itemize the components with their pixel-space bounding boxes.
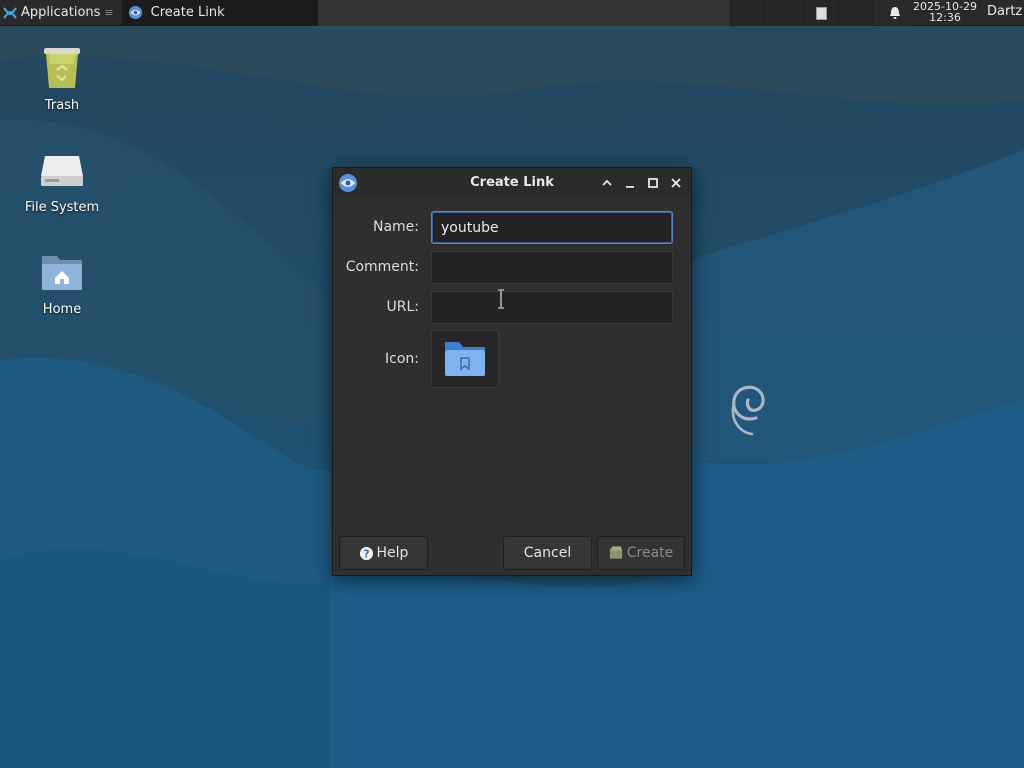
clock[interactable]: 2025-10-29 12:36 [910, 1, 980, 23]
folder-bookmark-icon [445, 342, 485, 376]
create-button-label: Create [626, 545, 674, 561]
drive-icon [41, 156, 83, 186]
help-button-label: Help [376, 545, 409, 561]
tray-slot-2 [838, 0, 874, 26]
svg-text:?: ? [363, 548, 369, 560]
shade-button[interactable] [599, 175, 615, 191]
dialog-titlebar[interactable]: Create Link [333, 168, 691, 198]
create-link-dialog: Create Link Name: Comment: URL: Icon: ? [332, 167, 692, 576]
close-button[interactable] [668, 175, 684, 191]
xfce-logo-icon [3, 6, 17, 19]
icon-chooser-button[interactable] [431, 330, 499, 388]
cancel-button[interactable]: Cancel [503, 536, 592, 570]
desktop-icon-label: Trash [44, 98, 80, 113]
workspace-indicator[interactable] [804, 0, 838, 26]
create-button[interactable]: Create [597, 536, 685, 570]
system-tray [730, 0, 912, 26]
url-label: URL: [386, 299, 420, 315]
comment-label: Comment: [345, 259, 419, 275]
maximize-icon [648, 178, 658, 188]
bell-icon [890, 7, 900, 19]
icon-label: Icon: [385, 351, 419, 367]
menu-handle-icon: ≡ [104, 6, 114, 19]
window-indicator-icon [816, 6, 827, 20]
comment-input[interactable] [431, 251, 673, 284]
applications-label: Applications [21, 5, 101, 20]
desktop-icon-file-system[interactable]: File System [12, 148, 112, 215]
maximize-button[interactable] [645, 175, 661, 191]
desktop-icon-label: Home [42, 302, 82, 317]
applications-menu-button[interactable]: Applications ≡ [0, 0, 118, 26]
top-panel: Applications ≡ Create Link 2025-10-29 12… [0, 0, 1024, 26]
cancel-button-label: Cancel [523, 545, 572, 561]
trash-icon [44, 48, 80, 88]
user-menu[interactable]: Dartz [987, 4, 1022, 19]
taskbar-empty-area [317, 0, 738, 26]
create-icon [609, 546, 622, 559]
minimize-icon [626, 186, 634, 188]
text-cursor-icon [498, 289, 504, 309]
desktop-icon-trash[interactable]: Trash [12, 44, 112, 113]
desktop-icon-label: File System [24, 200, 100, 215]
minimize-button[interactable] [622, 175, 638, 191]
taskbar-item-label: Create Link [150, 5, 225, 20]
debian-logo [731, 385, 765, 436]
name-label: Name: [372, 219, 419, 235]
desktop-icon-home[interactable]: Home [12, 250, 112, 317]
tray-slot [764, 0, 804, 26]
home-folder-icon [42, 256, 82, 290]
help-button[interactable]: ? Help [339, 536, 428, 570]
name-input[interactable] [431, 211, 673, 244]
help-icon: ? [359, 546, 373, 560]
link-globe-icon [128, 5, 142, 20]
workspace-switcher-1[interactable] [730, 0, 764, 26]
chevron-up-icon [602, 179, 612, 186]
clock-time: 12:36 [929, 11, 961, 24]
close-icon [671, 178, 681, 188]
notifications-button[interactable] [878, 0, 912, 26]
taskbar-item-create-link[interactable]: Create Link [121, 0, 318, 26]
url-input[interactable] [431, 291, 673, 324]
